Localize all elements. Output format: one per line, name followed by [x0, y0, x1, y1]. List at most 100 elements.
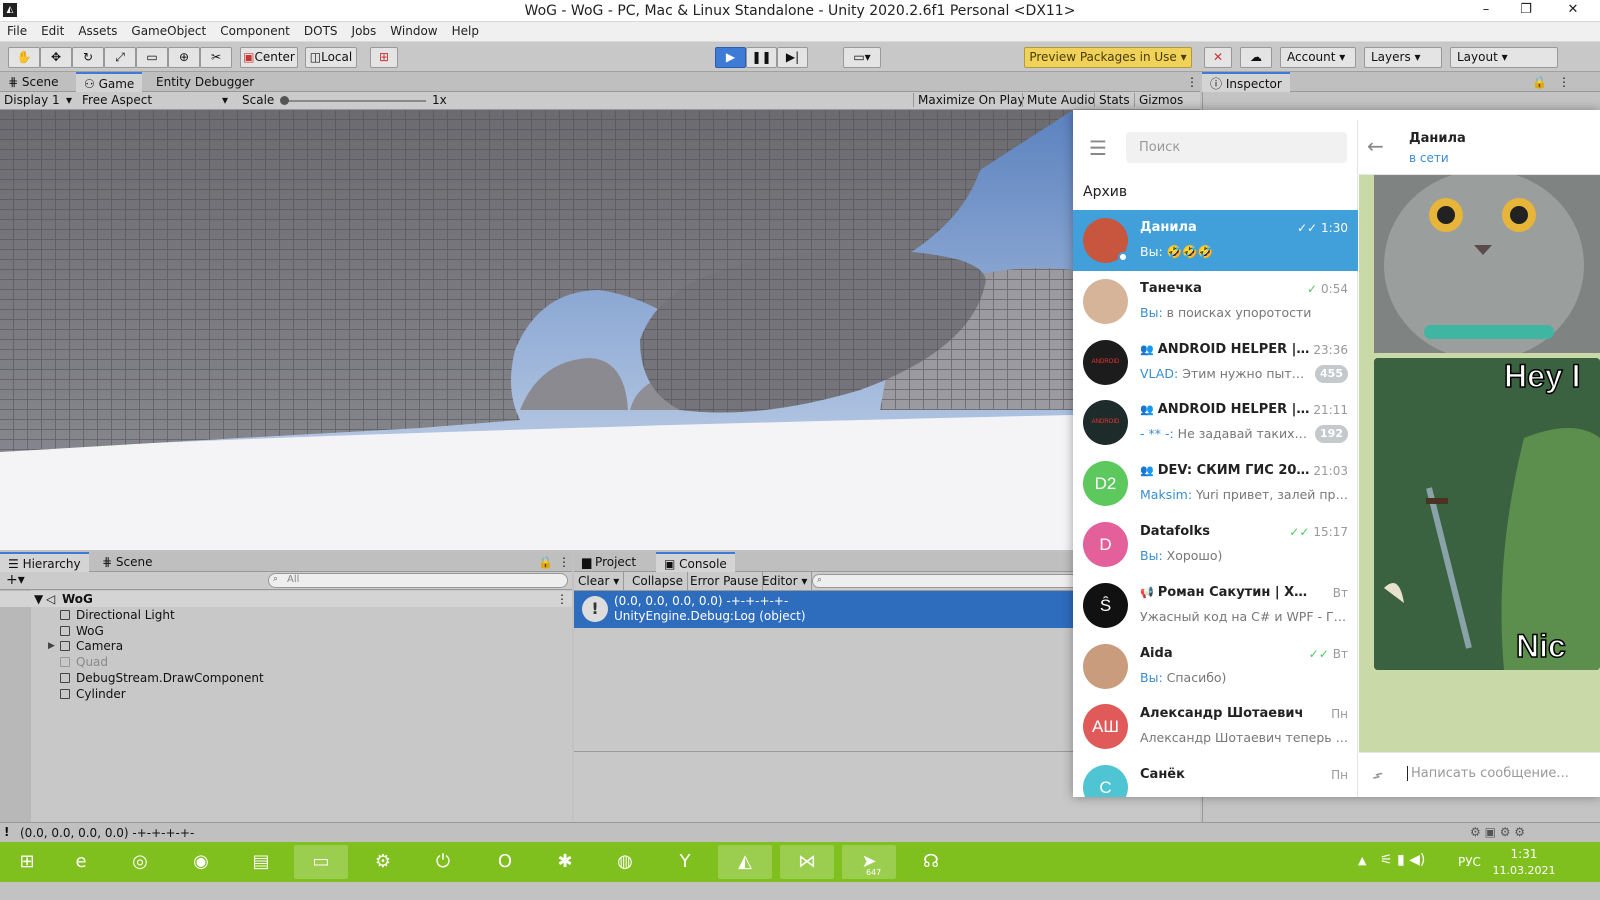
pivot-center-button[interactable]: ▣Center	[240, 47, 298, 68]
console-collapse-button[interactable]: Collapse	[628, 572, 688, 592]
file-explorer-icon[interactable]: ▭	[294, 845, 348, 879]
scene-root-row[interactable]: ▼ ◁ WoG ⋮	[0, 591, 572, 607]
scale-tool-icon[interactable]: ⤢	[104, 47, 136, 68]
menu-assets[interactable]: Assets	[71, 22, 124, 41]
account-dropdown[interactable]: Account ▾	[1280, 47, 1356, 68]
game-viewport[interactable]	[0, 110, 1073, 550]
menu-gameobject[interactable]: GameObject	[124, 22, 213, 41]
rect-tool-icon[interactable]: ▭	[136, 47, 168, 68]
power-app-icon[interactable]: ⏻	[416, 845, 470, 879]
chat-list-item[interactable]: ANDROID HELPER 👥ANDROID HELPER | Ga...21:…	[1073, 392, 1358, 453]
menu-file[interactable]: File	[0, 22, 34, 41]
tab-game[interactable]: ⚇ Game	[76, 72, 143, 92]
conversation-title[interactable]: Данила	[1409, 131, 1466, 146]
tray-clock-date[interactable]: 11.03.2021	[1490, 864, 1558, 877]
tray-language[interactable]: РУС	[1458, 855, 1481, 869]
menu-dots[interactable]: DOTS	[297, 22, 345, 41]
device-sim-icon[interactable]: ▭▾	[843, 47, 881, 68]
message-input[interactable]: Написать сообщение...	[1407, 766, 1597, 781]
hierarchy-item[interactable]: Directional Light	[0, 607, 572, 623]
menu-component[interactable]: Component	[213, 22, 297, 41]
attach-paperclip-icon[interactable]: ⌁	[1364, 762, 1389, 787]
headphones-app-icon[interactable]: ☊	[904, 845, 958, 879]
tab-scene-2[interactable]: ⋕ Scene	[94, 552, 160, 572]
chat-list-item[interactable]: Данила ✓✓ 1:30 Вы: 🤣🤣🤣	[1073, 210, 1358, 271]
chat-list-item[interactable]: Aida ✓✓ Вт Вы: Спасибо)	[1073, 636, 1358, 697]
back-arrow-icon[interactable]: ←	[1367, 134, 1384, 158]
snap-icon[interactable]: ⊞	[370, 47, 398, 68]
menu-jobs[interactable]: Jobs	[345, 22, 384, 41]
hamburger-menu-icon[interactable]: ☰	[1089, 138, 1107, 158]
cloud-icon[interactable]: ☁	[1240, 47, 1272, 68]
console-editor-dropdown[interactable]: Editor ▾	[758, 572, 813, 592]
hierarchy-search[interactable]: All	[268, 573, 568, 588]
chat-list-item[interactable]: D Datafolks ✓✓ 15:17 Вы: Хорошо)	[1073, 514, 1358, 575]
tab-entity-debugger[interactable]: Entity Debugger	[148, 72, 262, 92]
telegram-search-input[interactable]: Поиск	[1126, 132, 1347, 163]
status-message[interactable]: (0.0, 0.0, 0.0, 0.0) -+-+-+-+-	[20, 826, 194, 840]
custom-tool-icon[interactable]: ✂	[200, 47, 232, 68]
hand-tool-icon[interactable]: ✋	[8, 47, 40, 68]
yandex-icon[interactable]: Y	[658, 845, 712, 879]
transform-tool-icon[interactable]: ⊕	[168, 47, 200, 68]
expand-arrow-icon[interactable]: ▶	[48, 638, 55, 654]
minimize-button[interactable]: –	[1466, 0, 1506, 22]
cheese-camera-icon[interactable]: ◎	[113, 845, 167, 879]
cat-photo[interactable]	[1374, 175, 1600, 353]
mute-audio-toggle[interactable]: Mute Audio	[1022, 93, 1095, 107]
tab-hierarchy[interactable]: ☰ Hierarchy	[0, 552, 89, 572]
scale-slider[interactable]	[284, 100, 426, 102]
chat-list-item[interactable]: Ŝ 📢Роман Сакутин | Хорон... Вт Ужасный код…	[1073, 575, 1358, 636]
preview-packages-button[interactable]: Preview Packages in Use ▾	[1024, 47, 1192, 68]
hierarchy-item[interactable]: ▶ Camera	[0, 638, 572, 654]
tray-network-icon[interactable]: ⚟ ▮ ◀)	[1380, 852, 1425, 868]
close-button[interactable]: ✕	[1546, 0, 1600, 22]
chat-list-item[interactable]: Танечка ✓ 0:54 Вы: в поисках упоротости	[1073, 271, 1358, 332]
opera-icon[interactable]: O	[478, 845, 532, 879]
layout-dropdown[interactable]: Layout ▾	[1450, 47, 1558, 68]
step-button[interactable]: ▶|	[777, 47, 808, 68]
chat-list-item[interactable]: ANDROID HELPER 👥ANDROID HELPER | Off...23…	[1073, 332, 1358, 393]
play-button[interactable]: ▶	[715, 47, 746, 68]
console-error-pause-button[interactable]: Error Pause	[686, 572, 764, 592]
scale-slider-thumb[interactable]	[280, 96, 289, 105]
panel-menu-icon[interactable]: ⋮	[1550, 72, 1578, 92]
speaker-app-icon[interactable]: ◉	[174, 845, 228, 879]
move-tool-icon[interactable]: ✥	[40, 47, 72, 68]
menu-window[interactable]: Window	[383, 22, 444, 41]
tray-clock-time[interactable]: 1:31	[1498, 847, 1550, 861]
aspect-dropdown[interactable]: Free Aspect ▾	[82, 93, 234, 107]
scene-menu-icon[interactable]: ⋮	[556, 591, 568, 607]
restore-button[interactable]: ❐	[1506, 0, 1546, 22]
pause-button[interactable]: ❚❚	[746, 47, 777, 68]
pivot-local-button[interactable]: ◫Local	[305, 47, 357, 68]
menu-help[interactable]: Help	[445, 22, 486, 41]
windows-start-icon[interactable]: ⊞	[0, 845, 54, 879]
add-icon[interactable]: +▾	[6, 572, 25, 588]
tray-overflow-icon[interactable]: ▲	[1358, 854, 1366, 867]
gizmos-dropdown[interactable]: Gizmos	[1134, 93, 1183, 107]
settings-app-icon[interactable]: ⚙	[356, 845, 410, 879]
hierarchy-item[interactable]: WoG	[0, 623, 572, 639]
layers-dropdown[interactable]: Layers ▾	[1364, 47, 1442, 68]
hierarchy-item[interactable]: DebugStream.DrawComponent	[0, 670, 572, 686]
tab-project[interactable]: ▆ Project	[574, 552, 644, 572]
stats-toggle[interactable]: Stats	[1094, 93, 1130, 107]
unity-icon[interactable]: ◭	[718, 845, 772, 879]
menu-edit[interactable]: Edit	[34, 22, 71, 41]
meme-image[interactable]: Hey I Nic	[1374, 358, 1600, 670]
chat-list-item[interactable]: D2 👥 DEV: СКИМ ГИС 2020 21:03 Maksim: Yuri п…	[1073, 453, 1358, 514]
collab-icon[interactable]: ✕	[1204, 47, 1232, 68]
chrome-icon[interactable]: ◍	[598, 845, 652, 879]
hierarchy-item[interactable]: Cylinder	[0, 686, 572, 702]
display-dropdown[interactable]: Display 1 ▾	[4, 93, 76, 107]
maximize-on-play-toggle[interactable]: Maximize On Play	[913, 93, 1025, 107]
hierarchy-item[interactable]: Quad	[0, 654, 572, 670]
chat-list-item[interactable]: С Санёк Пн	[1073, 757, 1358, 797]
tab-inspector[interactable]: ⓘ Inspector	[1202, 72, 1290, 92]
chat-list-item[interactable]: АШ Александр Шотаевич Пн Александр Шотаеви…	[1073, 696, 1358, 757]
internet-explorer-icon[interactable]: e	[54, 845, 108, 879]
tab-scene[interactable]: ⋕ Scene	[0, 72, 66, 92]
console-clear-button[interactable]: Clear ▾	[574, 572, 625, 592]
rotate-tool-icon[interactable]: ↻	[72, 47, 104, 68]
